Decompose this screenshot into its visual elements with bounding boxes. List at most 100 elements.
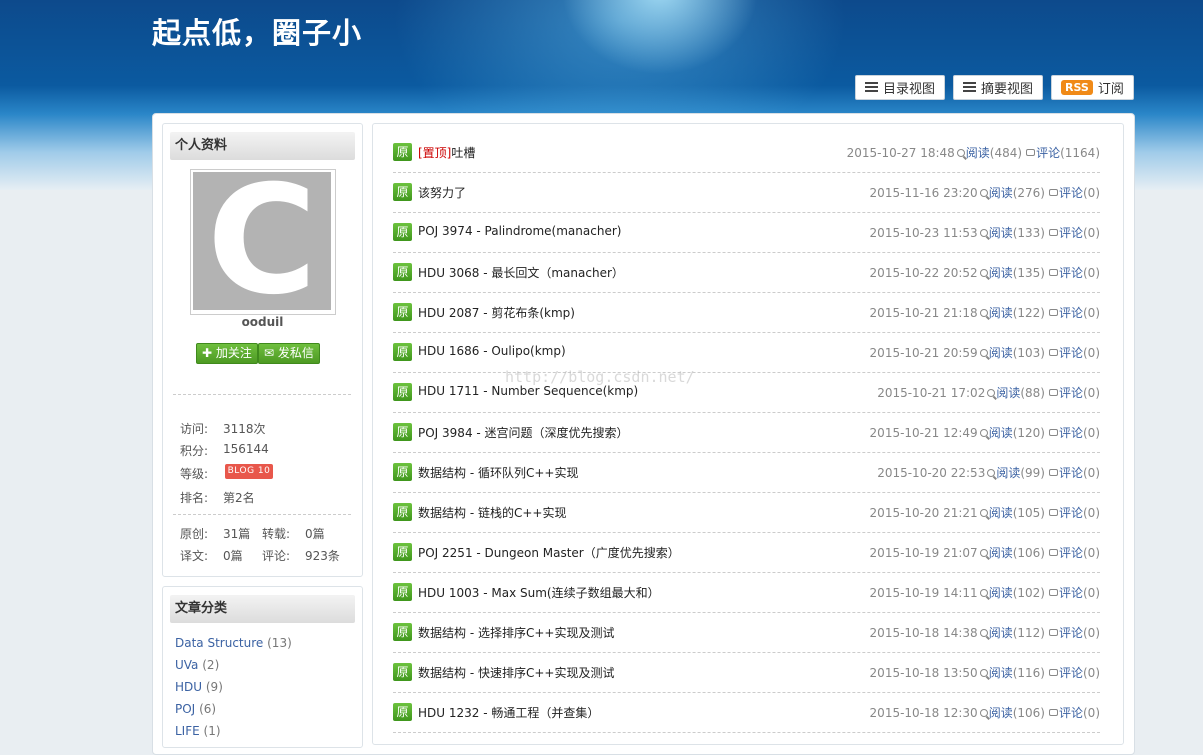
article-title-link[interactable]: HDU 3068 - 最长回文（manacher） — [418, 264, 624, 281]
read-link[interactable]: 阅读 — [989, 624, 1013, 641]
article-title-link[interactable]: 该努力了 — [418, 184, 466, 201]
article-row: 原 HDU 1686 - Oulipo(kmp) 2015-10-21 20:59 阅… — [393, 332, 1100, 373]
comment-icon — [1048, 429, 1058, 436]
comment-link[interactable]: 评论 — [1059, 384, 1083, 401]
username[interactable]: ooduil — [163, 315, 362, 329]
original-badge: 原 — [393, 703, 412, 721]
article-title-link[interactable]: POJ 3974 - Palindrome(manacher) — [418, 224, 621, 238]
comment-count: (0) — [1083, 265, 1100, 280]
comment-link[interactable]: 评论 — [1059, 264, 1083, 281]
read-count: (88) — [1020, 385, 1045, 400]
article-title-link[interactable]: 数据结构 - 快速排序C++实现及测试 — [418, 664, 614, 681]
comment-link[interactable]: 评论 — [1059, 224, 1083, 241]
article-title-link[interactable]: [置顶]吐槽 — [418, 144, 475, 161]
category-item[interactable]: UVa (2) — [175, 658, 219, 672]
comment-link[interactable]: 评论 — [1059, 344, 1083, 361]
article-title-link[interactable]: 数据结构 - 循环队列C++实现 — [418, 464, 578, 481]
comment-link[interactable]: 评论 — [1059, 304, 1083, 321]
article-meta: 2015-10-21 20:59 阅读 (103) 评论 (0) — [870, 344, 1100, 361]
read-link[interactable]: 阅读 — [996, 384, 1020, 401]
read-count: (135) — [1012, 265, 1045, 280]
read-link[interactable]: 阅读 — [989, 304, 1013, 321]
comment-count: (0) — [1083, 425, 1100, 440]
read-link[interactable]: 阅读 — [989, 264, 1013, 281]
comment-link[interactable]: 评论 — [1059, 504, 1083, 521]
article-meta: 2015-10-20 21:21 阅读 (105) 评论 (0) — [870, 504, 1100, 521]
article-meta: 2015-10-21 12:49 阅读 (120) 评论 (0) — [870, 424, 1100, 441]
comment-icon — [1048, 389, 1058, 396]
magnifier-icon — [987, 388, 996, 397]
comment-icon — [1048, 189, 1058, 196]
category-link[interactable]: POJ — [175, 702, 195, 716]
rss-subscribe-button[interactable]: RSS 订阅 — [1051, 75, 1134, 100]
read-link[interactable]: 阅读 — [989, 184, 1013, 201]
comment-link[interactable]: 评论 — [1059, 464, 1083, 481]
read-link[interactable]: 阅读 — [989, 664, 1013, 681]
follow-button[interactable]: ✚ 加关注 — [196, 343, 258, 364]
read-count: (112) — [1012, 625, 1045, 640]
summary-view-button[interactable]: 摘要视图 — [953, 75, 1044, 100]
rank-value: 第2名 — [223, 491, 255, 505]
article-title-link[interactable]: HDU 2087 - 剪花布条(kmp) — [418, 304, 575, 321]
comment-link[interactable]: 评论 — [1059, 544, 1083, 561]
category-link[interactable]: HDU — [175, 680, 202, 694]
article-date: 2015-10-21 20:59 — [869, 345, 978, 360]
article-title-link[interactable]: POJ 2251 - Dungeon Master（广度优先搜索） — [418, 544, 680, 561]
points-label: 积分: — [180, 444, 209, 458]
category-count: (9) — [205, 680, 223, 694]
original-badge: 原 — [393, 303, 412, 321]
article-meta: 2015-10-19 21:07 阅读 (106) 评论 (0) — [870, 544, 1100, 561]
read-link[interactable]: 阅读 — [966, 144, 990, 161]
follow-label: 加关注 — [215, 346, 252, 360]
blog-title[interactable]: 起点低，圈子小 — [152, 10, 362, 52]
comment-link[interactable]: 评论 — [1036, 144, 1060, 161]
read-link[interactable]: 阅读 — [989, 544, 1013, 561]
category-count: (1) — [203, 724, 221, 738]
article-title-link[interactable]: HDU 1232 - 畅通工程（并查集） — [418, 704, 599, 721]
comment-icon — [1048, 629, 1058, 636]
comment-count: (0) — [1083, 385, 1100, 400]
message-button[interactable]: ✉ 发私信 — [258, 343, 320, 364]
article-title-link[interactable]: HDU 1686 - Oulipo(kmp) — [418, 344, 566, 358]
read-count: (133) — [1012, 225, 1045, 240]
magnifier-icon — [979, 348, 988, 357]
article-row: 原 HDU 2087 - 剪花布条(kmp) 2015-10-21 21:18 阅读(… — [393, 292, 1100, 333]
comment-icon — [1048, 669, 1058, 676]
article-title-link[interactable]: HDU 1711 - Number Sequence(kmp) — [418, 384, 638, 398]
magnifier-icon — [979, 188, 988, 197]
article-row: 原 HDU 1003 - Max Sum(连续子数组最大和） 2015-10-19 … — [393, 572, 1100, 613]
article-title-link[interactable]: HDU 1003 - Max Sum(连续子数组最大和） — [418, 584, 660, 601]
translated-value: 0篇 — [223, 549, 243, 563]
read-link[interactable]: 阅读 — [989, 504, 1013, 521]
article-title-link[interactable]: 数据结构 - 选择排序C++实现及测试 — [418, 624, 614, 641]
category-link[interactable]: Data Structure — [175, 636, 263, 650]
magnifier-icon — [979, 428, 988, 437]
category-link[interactable]: LIFE — [175, 724, 200, 738]
points-value: 156144 — [223, 442, 269, 456]
category-item[interactable]: LIFE (1) — [175, 724, 221, 738]
category-item[interactable]: HDU (9) — [175, 680, 223, 694]
original-badge: 原 — [393, 583, 412, 601]
comment-link[interactable]: 评论 — [1059, 424, 1083, 441]
article-title: POJ 3974 - Palindrome(manacher) — [418, 224, 622, 238]
read-link[interactable]: 阅读 — [989, 224, 1013, 241]
comment-link[interactable]: 评论 — [1059, 584, 1083, 601]
comment-link[interactable]: 评论 — [1059, 624, 1083, 641]
category-item[interactable]: Data Structure (13) — [175, 636, 292, 650]
read-link[interactable]: 阅读 — [989, 344, 1013, 361]
category-item[interactable]: POJ (6) — [175, 702, 216, 716]
read-link[interactable]: 阅读 — [989, 704, 1013, 721]
read-link[interactable]: 阅读 — [996, 464, 1020, 481]
read-link[interactable]: 阅读 — [989, 584, 1013, 601]
article-title-link[interactable]: POJ 3984 - 迷宫问题（深度优先搜索） — [418, 424, 629, 441]
comment-link[interactable]: 评论 — [1059, 664, 1083, 681]
article-title-link[interactable]: 数据结构 - 链栈的C++实现 — [418, 504, 566, 521]
comment-link[interactable]: 评论 — [1059, 704, 1083, 721]
read-link[interactable]: 阅读 — [989, 424, 1013, 441]
category-link[interactable]: UVa — [175, 658, 198, 672]
catalog-view-button[interactable]: 目录视图 — [855, 75, 946, 100]
avatar[interactable]: C — [190, 169, 336, 315]
categories-panel: 文章分类 Data Structure (13) UVa (2) HDU (9)… — [162, 586, 363, 748]
comments-value: 923条 — [305, 549, 340, 563]
comment-link[interactable]: 评论 — [1059, 184, 1083, 201]
